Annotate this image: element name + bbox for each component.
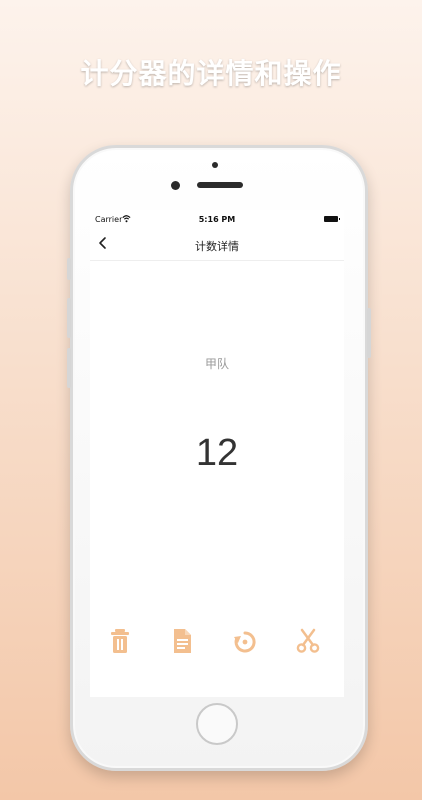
power-button	[367, 308, 371, 358]
team-name: 甲队	[204, 357, 229, 371]
trash-icon	[111, 629, 129, 653]
navigation-bar: 计数详情	[90, 228, 344, 261]
sensor-dot	[212, 162, 218, 168]
count-value: 12	[195, 432, 239, 474]
split-button[interactable]	[296, 628, 320, 654]
status-time: 5:16 PM	[198, 215, 236, 224]
promo-title: 计分器的详情和操作	[80, 57, 342, 90]
earpiece-speaker	[197, 182, 243, 188]
volume-down-button	[67, 348, 71, 388]
document-icon	[174, 629, 191, 653]
reset-button[interactable]	[233, 628, 257, 654]
battery-icon	[324, 216, 340, 222]
phone-frame: Carrier 5:16 PM 计数详情 甲队 12	[67, 145, 371, 771]
home-button[interactable]	[196, 703, 238, 745]
volume-up-button	[67, 298, 71, 338]
delete-button[interactable]	[108, 628, 132, 654]
mute-switch	[67, 258, 71, 280]
action-toolbar	[90, 628, 344, 658]
status-bar: Carrier 5:16 PM	[90, 210, 344, 228]
reset-icon	[234, 631, 256, 653]
front-camera	[171, 181, 180, 190]
notes-button[interactable]	[170, 628, 194, 654]
scissors-icon	[296, 628, 320, 653]
page-title: 计数详情	[195, 240, 239, 253]
phone-screen: Carrier 5:16 PM 计数详情 甲队 12	[90, 210, 344, 697]
